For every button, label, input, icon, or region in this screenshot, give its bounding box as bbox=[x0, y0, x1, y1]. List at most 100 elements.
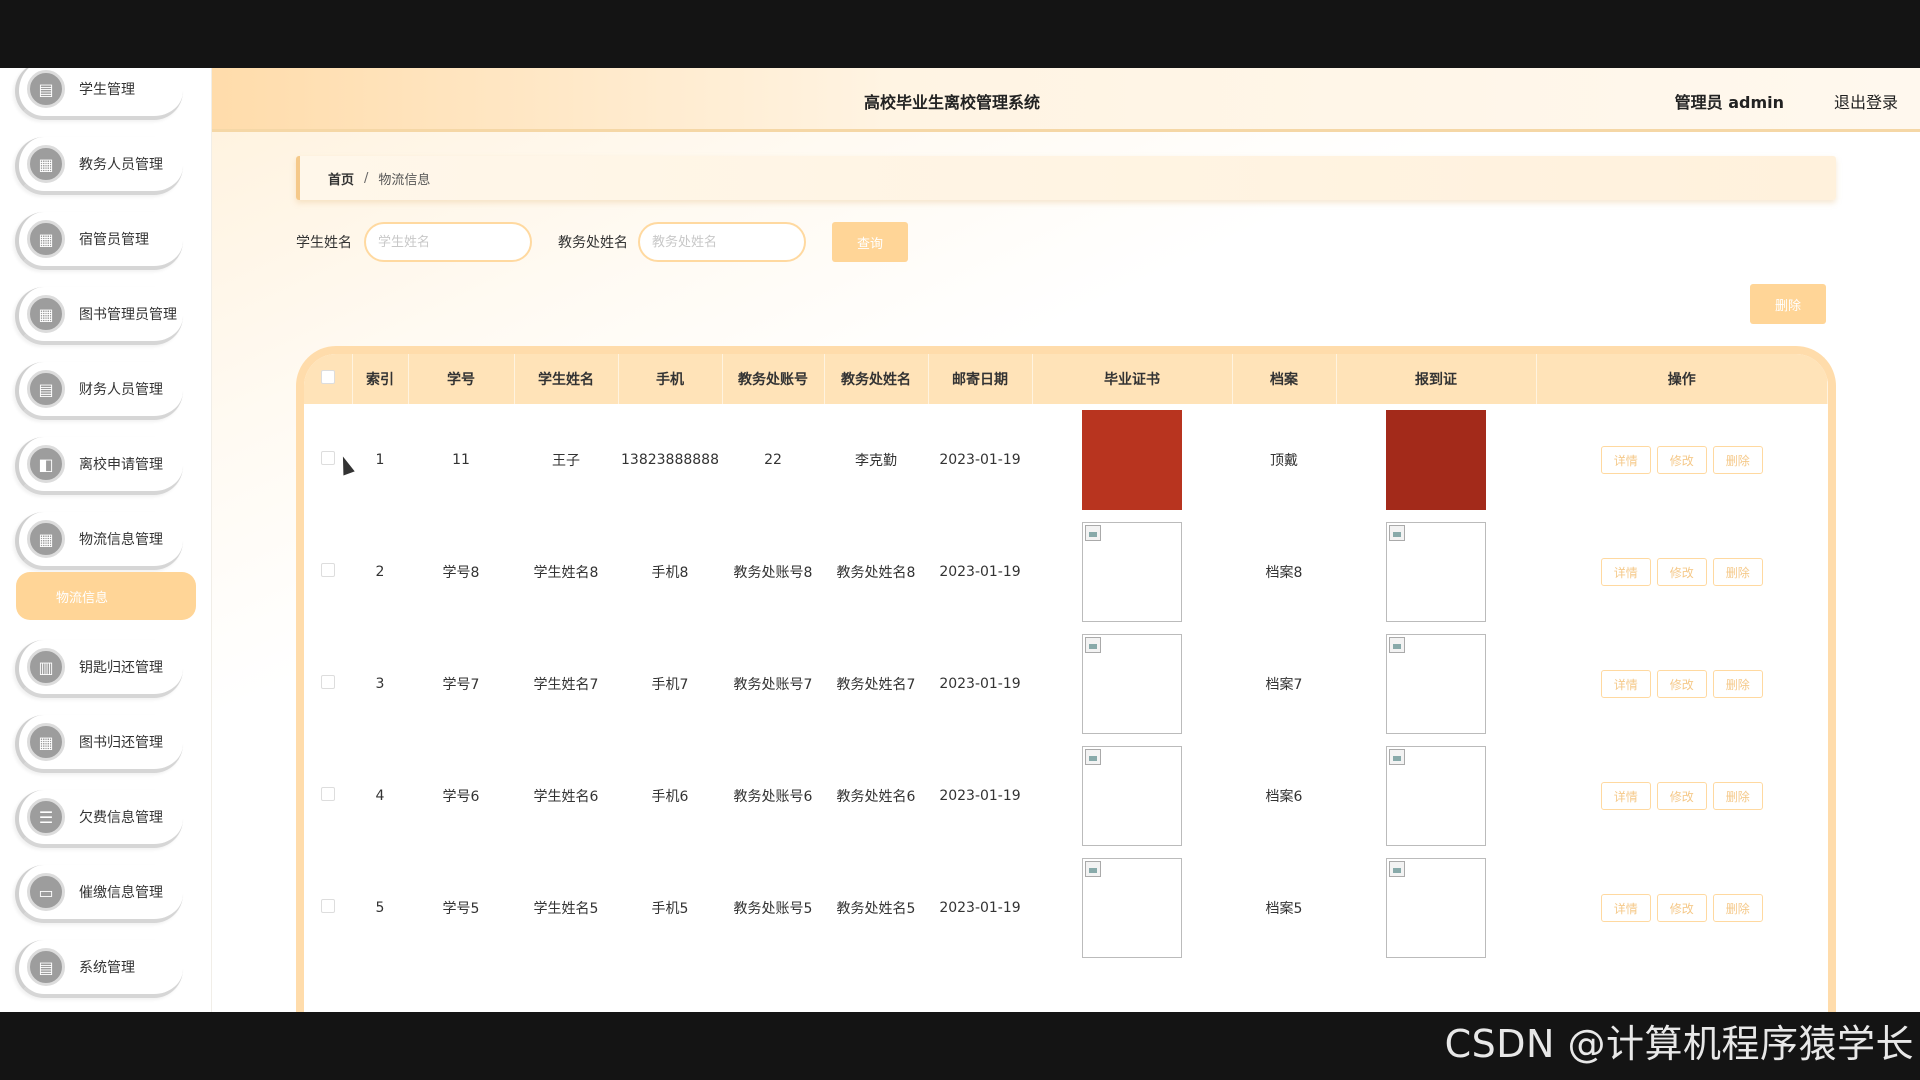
edit-button[interactable]: 修改 bbox=[1656, 782, 1707, 810]
cell-date: 2023-01-19 bbox=[939, 900, 1021, 916]
diploma-image[interactable] bbox=[1082, 746, 1182, 846]
broken-image-icon bbox=[1085, 525, 1101, 541]
detail-button[interactable]: 详情 bbox=[1600, 782, 1651, 810]
edit-button[interactable]: 修改 bbox=[1656, 894, 1707, 922]
student-name-input[interactable] bbox=[364, 222, 532, 262]
report-card-image[interactable] bbox=[1386, 858, 1486, 958]
select-all-checkbox[interactable] bbox=[320, 370, 335, 384]
row-select-cell bbox=[304, 852, 352, 964]
detail-button[interactable]: 详情 bbox=[1600, 894, 1651, 922]
cell-office-account: 教务处账号7 bbox=[733, 677, 813, 693]
sidebar-item-1[interactable]: ▤ 学生管理 bbox=[15, 68, 183, 120]
student-name-label: 学生姓名 bbox=[296, 235, 352, 251]
cell-phone: 13823888888 bbox=[621, 452, 719, 468]
cell-archive: 档案6 bbox=[1265, 789, 1303, 805]
column-header: 索引 bbox=[352, 354, 409, 404]
delete-button[interactable]: 删除 bbox=[1712, 894, 1763, 922]
sidebar-item-label: 图书归还管理 bbox=[79, 735, 163, 751]
cell-archive: 档案7 bbox=[1265, 677, 1303, 693]
cell-name: 王子 bbox=[552, 453, 580, 469]
detail-button[interactable]: 详情 bbox=[1600, 446, 1651, 474]
row-checkbox[interactable] bbox=[321, 787, 335, 801]
delete-button[interactable]: 删除 bbox=[1712, 558, 1763, 586]
diploma-image[interactable] bbox=[1082, 410, 1182, 510]
sidebar-item-6[interactable]: ◧ 离校申请管理 bbox=[15, 437, 183, 495]
sidebar-item-label: 图书管理员管理 bbox=[79, 307, 177, 323]
office-name-input[interactable] bbox=[638, 222, 806, 262]
sidebar-subitem-logistics[interactable]: 物流信息 bbox=[16, 572, 196, 620]
sidebar-item-12[interactable]: ▤ 系统管理 bbox=[15, 940, 183, 998]
sidebar-item-3[interactable]: ▦ 宿管员管理 bbox=[15, 212, 183, 270]
cell-archive: 顶戴 bbox=[1270, 453, 1298, 469]
query-button[interactable]: 查询 bbox=[832, 222, 908, 262]
monitor-icon: ▭ bbox=[27, 873, 65, 911]
delete-button[interactable]: 删除 bbox=[1712, 670, 1763, 698]
cell-date: 2023-01-19 bbox=[939, 676, 1021, 692]
app-title: 高校毕业生离校管理系统 bbox=[863, 93, 1040, 112]
sidebar-item-label: 教务人员管理 bbox=[79, 157, 163, 173]
cell-name: 学生姓名8 bbox=[533, 565, 599, 581]
detail-button[interactable]: 详情 bbox=[1600, 558, 1651, 586]
cell-date: 2023-01-19 bbox=[939, 788, 1021, 804]
grid-icon: ▦ bbox=[27, 145, 65, 183]
diploma-image[interactable] bbox=[1082, 634, 1182, 734]
column-header: 邮寄日期 bbox=[928, 354, 1033, 404]
row-actions: 详情 修改 删除 bbox=[1600, 670, 1763, 698]
ops-cell: 详情 修改 删除 bbox=[1536, 852, 1828, 964]
table-row: 1 11 王子 13823888888 22 李克勤 2023-01-19 顶戴 详情 修改 删除 bbox=[304, 404, 1828, 516]
report-card-image[interactable] bbox=[1386, 410, 1486, 510]
cell-index: 4 bbox=[375, 788, 385, 804]
column-header: 档案 bbox=[1232, 354, 1337, 404]
broken-image-icon bbox=[1085, 637, 1101, 653]
cell-office-name: 教务处姓名6 bbox=[836, 789, 916, 805]
sidebar-item-2[interactable]: ▦ 教务人员管理 bbox=[15, 137, 183, 195]
bulk-delete-button[interactable]: 删除 bbox=[1750, 284, 1826, 324]
delete-button[interactable]: 删除 bbox=[1712, 782, 1763, 810]
edit-button[interactable]: 修改 bbox=[1656, 670, 1707, 698]
sidebar-item-4[interactable]: ▦ 图书管理员管理 bbox=[15, 287, 183, 345]
row-actions: 详情 修改 删除 bbox=[1600, 446, 1763, 474]
delete-button[interactable]: 删除 bbox=[1712, 446, 1763, 474]
cell-date: 2023-01-19 bbox=[939, 564, 1021, 580]
sidebar-item-label: 系统管理 bbox=[79, 960, 135, 976]
sidebar-item-5[interactable]: ▤ 财务人员管理 bbox=[15, 362, 183, 420]
report-card-cell bbox=[1336, 852, 1536, 964]
grid-icon: ▦ bbox=[27, 520, 65, 558]
breadcrumb: 首页 / 物流信息 bbox=[296, 156, 1836, 200]
table-header-row: 索引 学号 学生姓名 手机 教务处账号 教务处姓名 邮寄日期 毕业证书 档案 报到证 操作 bbox=[304, 354, 1828, 404]
edit-button[interactable]: 修改 bbox=[1656, 558, 1707, 586]
cell-student-no: 学号7 bbox=[442, 677, 480, 693]
row-checkbox[interactable] bbox=[321, 899, 335, 913]
column-header: 教务处姓名 bbox=[824, 354, 929, 404]
header: 高校毕业生离校管理系统 管理员 admin 退出登录 bbox=[212, 68, 1920, 132]
row-select-cell bbox=[304, 740, 352, 852]
report-card-cell bbox=[1336, 516, 1536, 628]
sidebar-item-7[interactable]: ▦ 物流信息管理 bbox=[15, 512, 183, 570]
sidebar-item-11[interactable]: ▭ 催缴信息管理 bbox=[15, 865, 183, 923]
diploma-cell bbox=[1032, 852, 1232, 964]
sidebar-item-9[interactable]: ▦ 图书归还管理 bbox=[15, 715, 183, 773]
list-icon: ☰ bbox=[27, 798, 65, 836]
sidebar-item-8[interactable]: ▥ 钥匙归还管理 bbox=[15, 640, 183, 698]
row-checkbox[interactable] bbox=[321, 675, 335, 689]
logout-link[interactable]: 退出登录 bbox=[1834, 89, 1898, 113]
breadcrumb-separator: / bbox=[364, 170, 369, 186]
cell-index: 2 bbox=[375, 564, 385, 580]
column-header: 学生姓名 bbox=[514, 354, 619, 404]
report-card-image[interactable] bbox=[1386, 522, 1486, 622]
detail-button[interactable]: 详情 bbox=[1600, 670, 1651, 698]
row-actions: 详情 修改 删除 bbox=[1600, 894, 1763, 922]
report-card-image[interactable] bbox=[1386, 634, 1486, 734]
report-card-image[interactable] bbox=[1386, 746, 1486, 846]
cell-name: 学生姓名6 bbox=[533, 789, 599, 805]
edit-button[interactable]: 修改 bbox=[1656, 446, 1707, 474]
sidebar-item-10[interactable]: ☰ 欠费信息管理 bbox=[15, 790, 183, 848]
watermark: CSDN @计算机程序猿学长 bbox=[1444, 1022, 1914, 1066]
bar-icon: ▥ bbox=[27, 648, 65, 686]
user-label: 管理员 admin bbox=[1674, 93, 1784, 112]
diploma-image[interactable] bbox=[1082, 858, 1182, 958]
row-checkbox[interactable] bbox=[321, 563, 335, 577]
row-checkbox[interactable] bbox=[321, 451, 335, 465]
diploma-image[interactable] bbox=[1082, 522, 1182, 622]
breadcrumb-home[interactable]: 首页 bbox=[328, 169, 354, 188]
